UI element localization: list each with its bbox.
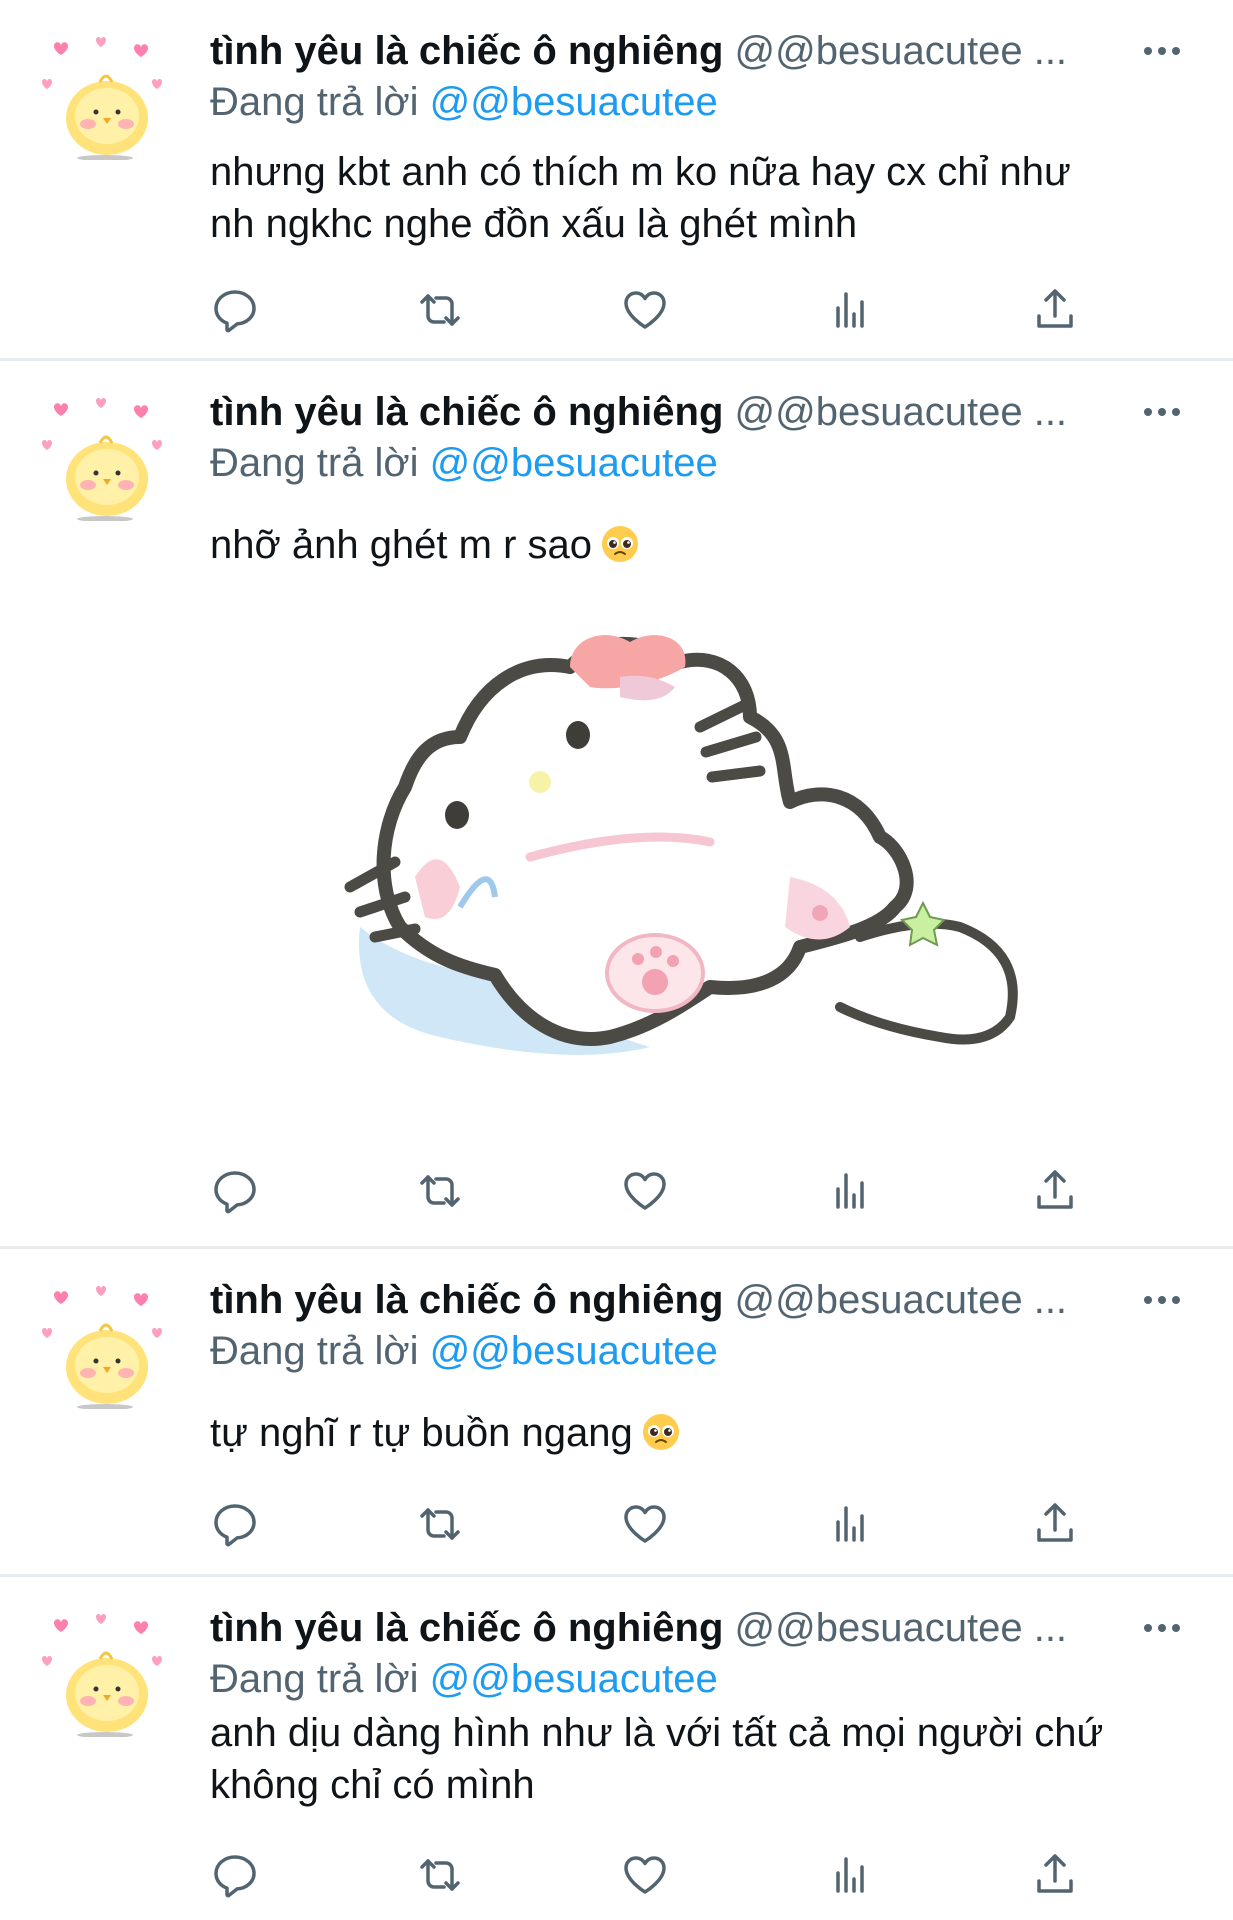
tweet-text-line: tự nghĩ r tự buồn ngang <box>210 1411 633 1455</box>
views-button[interactable] <box>820 1161 880 1221</box>
views-icon <box>836 292 864 328</box>
chick-avatar-icon[interactable] <box>40 1279 170 1409</box>
pleading-face-emoji-icon <box>642 1414 679 1450</box>
like-icon <box>624 1172 666 1210</box>
retweet-icon <box>420 1175 460 1207</box>
replying-to-label: Đang trả lời <box>210 80 419 124</box>
retweet-icon <box>420 294 460 326</box>
reply-button[interactable] <box>205 280 265 340</box>
replying-to: Đang trả lời @@besuacutee <box>210 1325 718 1377</box>
replying-to: Đang trả lời @@besuacutee <box>210 1653 718 1705</box>
tweet-header: tình yêu là chiếc ô nghiêng @@besuacutee… <box>210 1601 1233 1655</box>
share-icon <box>1037 1170 1073 1209</box>
user-handle[interactable]: @@besuacutee <box>735 390 1023 434</box>
reply-icon <box>214 290 256 333</box>
retweet-button[interactable] <box>410 1161 470 1221</box>
views-button[interactable] <box>820 1494 880 1554</box>
share-button[interactable] <box>1025 1494 1085 1554</box>
display-name[interactable]: tình yêu là chiếc ô nghiêng <box>210 390 723 434</box>
share-button[interactable] <box>1025 1161 1085 1221</box>
handle-ellipsis: ... <box>1033 390 1068 434</box>
retweet-button[interactable] <box>410 1845 470 1905</box>
handle-ellipsis: ... <box>1033 1606 1068 1650</box>
user-handle[interactable]: @@besuacutee <box>735 1278 1023 1322</box>
replying-to-label: Đang trả lời <box>210 441 419 485</box>
share-icon <box>1037 289 1073 328</box>
display-name[interactable]: tình yêu là chiếc ô nghiêng <box>210 1278 723 1322</box>
share-button[interactable] <box>1025 1845 1085 1905</box>
views-button[interactable] <box>820 1845 880 1905</box>
retweet-button[interactable] <box>410 1494 470 1554</box>
handle-ellipsis: ... <box>1033 29 1068 73</box>
share-icon <box>1037 1854 1073 1893</box>
share-icon <box>1037 1503 1073 1542</box>
more-options-icon[interactable] <box>1135 1601 1189 1655</box>
views-icon <box>836 1506 864 1542</box>
tweet-text: anh dịu dàng hình như là với tất cả mọi … <box>210 1707 1190 1811</box>
reply-icon <box>214 1504 256 1547</box>
replying-to-label: Đang trả lời <box>210 1657 419 1701</box>
tweet-header: tình yêu là chiếc ô nghiêng @@besuacutee… <box>210 385 1233 439</box>
reply-icon <box>214 1855 256 1898</box>
tweet-text-line: nhưng kbt anh có thích m ko nữa hay cx c… <box>210 150 1071 194</box>
views-button[interactable] <box>820 280 880 340</box>
tweet-text-line: không chỉ có mình <box>210 1763 535 1807</box>
tweet-text: tự nghĩ r tự buồn ngang <box>210 1407 1190 1459</box>
like-button[interactable] <box>615 1161 675 1221</box>
views-icon <box>836 1857 864 1893</box>
tweet-header: tình yêu là chiếc ô nghiêng @@besuacutee… <box>210 1273 1233 1327</box>
tweet-4[interactable]: tình yêu là chiếc ô nghiêng @@besuacutee… <box>0 1577 1233 1920</box>
like-button[interactable] <box>615 280 675 340</box>
tweet-text-line: nhỡ ảnh ghét m r sao <box>210 523 593 567</box>
replying-to-mention[interactable]: @@besuacutee <box>430 441 718 485</box>
more-options-icon[interactable] <box>1135 385 1189 439</box>
tweet-text-line: nh ngkhc nghe đồn xấu là ghét mình <box>210 202 858 246</box>
like-icon <box>624 291 666 329</box>
share-button[interactable] <box>1025 280 1085 340</box>
more-options-icon[interactable] <box>1135 1273 1189 1327</box>
chick-avatar-icon[interactable] <box>40 1607 170 1737</box>
like-button[interactable] <box>615 1845 675 1905</box>
tweet-2[interactable]: tình yêu là chiếc ô nghiêng @@besuacutee… <box>0 361 1233 1246</box>
tweet-3[interactable]: tình yêu là chiếc ô nghiêng @@besuacutee… <box>0 1249 1233 1574</box>
display-name[interactable]: tình yêu là chiếc ô nghiêng <box>210 1606 723 1650</box>
like-icon <box>624 1505 666 1543</box>
tweet-text: nhỡ ảnh ghét m r sao <box>210 519 1190 571</box>
user-handle[interactable]: @@besuacutee <box>735 1606 1023 1650</box>
replying-to-label: Đang trả lời <box>210 1329 419 1373</box>
reply-button[interactable] <box>205 1494 265 1554</box>
replying-to-mention[interactable]: @@besuacutee <box>430 1657 718 1701</box>
replying-to: Đang trả lời @@besuacutee <box>210 437 718 489</box>
retweet-icon <box>420 1508 460 1540</box>
views-icon <box>836 1173 864 1209</box>
reply-icon <box>214 1171 256 1214</box>
tweet-actions <box>0 1161 1233 1221</box>
tweet-text-line: anh dịu dàng hình như là với tất cả mọi … <box>210 1711 1104 1755</box>
tweet-actions <box>0 280 1233 340</box>
reply-button[interactable] <box>205 1845 265 1905</box>
tweet-actions <box>0 1494 1233 1554</box>
reply-button[interactable] <box>205 1161 265 1221</box>
replying-to: Đang trả lời @@besuacutee <box>210 76 718 128</box>
tweet-text: nhưng kbt anh có thích m ko nữa hay cx c… <box>210 146 1190 250</box>
replying-to-mention[interactable]: @@besuacutee <box>430 1329 718 1373</box>
tweet-actions <box>0 1845 1233 1905</box>
hello-kitty-image[interactable] <box>320 597 1060 1147</box>
like-icon <box>624 1856 666 1894</box>
chick-avatar-icon[interactable] <box>40 30 170 160</box>
handle-ellipsis: ... <box>1033 1278 1068 1322</box>
more-options-icon[interactable] <box>1135 24 1189 78</box>
user-handle[interactable]: @@besuacutee <box>735 29 1023 73</box>
display-name[interactable]: tình yêu là chiếc ô nghiêng <box>210 29 723 73</box>
like-button[interactable] <box>615 1494 675 1554</box>
replying-to-mention[interactable]: @@besuacutee <box>430 80 718 124</box>
chick-avatar-icon[interactable] <box>40 391 170 521</box>
tweet-1[interactable]: tình yêu là chiếc ô nghiêng @@besuacutee… <box>0 0 1233 360</box>
pleading-face-emoji-icon <box>602 526 639 562</box>
retweet-icon <box>420 1859 460 1891</box>
retweet-button[interactable] <box>410 280 470 340</box>
tweet-header: tình yêu là chiếc ô nghiêng @@besuacutee… <box>210 24 1233 78</box>
